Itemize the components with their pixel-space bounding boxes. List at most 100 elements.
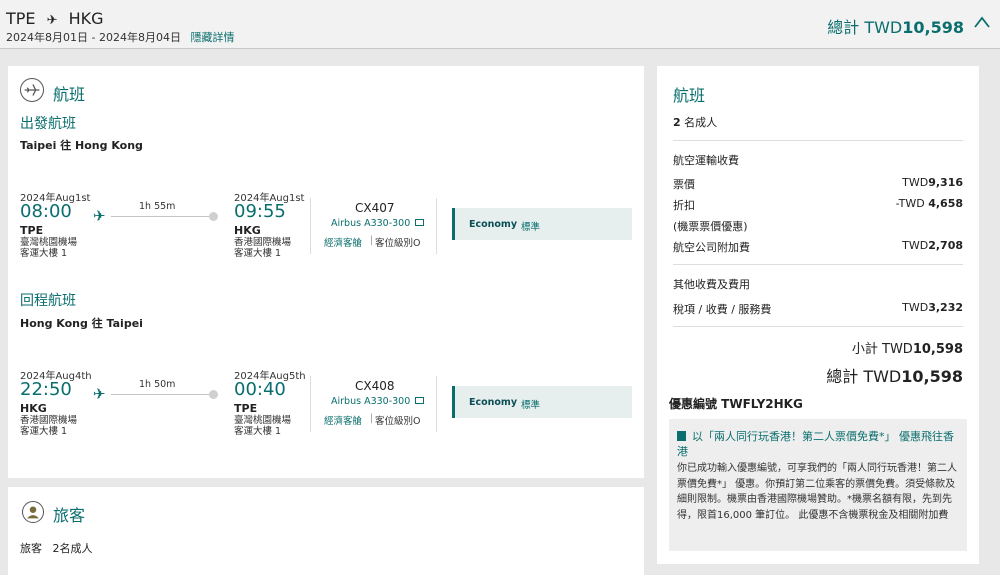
tax-value: 3,232 <box>928 301 963 314</box>
window-icon <box>415 219 425 226</box>
departure-time: 08:00 <box>20 201 72 222</box>
departure-airport: 香港國際機場 客運大樓 1 <box>20 415 77 437</box>
discount-label: 折扣 <box>673 199 695 212</box>
divider <box>673 264 963 265</box>
pax-count-number: 2 <box>673 116 681 129</box>
passengers-summary: 旅客 2名成人 <box>20 542 93 555</box>
surcharge-link[interactable]: 航空公司附加費 <box>673 239 750 255</box>
separator: | <box>370 235 374 246</box>
header-total-label: 總計 TWD <box>827 18 903 37</box>
aircraft-link[interactable]: Airbus A330-300 <box>331 218 425 229</box>
inbound-route: Hong Kong 往 Taipei <box>20 317 143 330</box>
surcharge-amount: TWD2,708 <box>902 239 963 252</box>
arrival-time: 09:55 <box>234 201 286 222</box>
plane-icon: ✈ <box>93 207 106 225</box>
divider <box>673 326 963 327</box>
discount-currency: -TWD <box>895 197 929 210</box>
arrival-dot <box>209 390 218 399</box>
fare-label: 票價 <box>673 178 695 191</box>
date-range: 2024年8月01日 - 2024年8月04日 <box>6 31 181 44</box>
outbound-route: Taipei 往 Hong Kong <box>20 139 143 152</box>
arrival-terminal: 客運大樓 1 <box>234 426 282 437</box>
route-line <box>111 216 215 217</box>
fare-value: 9,316 <box>928 176 963 189</box>
tax-amount: TWD3,232 <box>902 301 963 314</box>
fare-brand: Economy <box>469 219 518 230</box>
passengers-title: 旅客 <box>53 506 86 525</box>
divider <box>436 198 437 254</box>
duration: 1h 50m <box>139 379 176 390</box>
price-title: 航班 <box>673 86 706 105</box>
route-summary: TPE ✈ HKG <box>6 9 104 28</box>
discount-amount: -TWD 4,658 <box>896 197 963 210</box>
divider <box>436 376 437 432</box>
arrival-dot <box>209 212 218 221</box>
hide-details-link[interactable]: 隱藏詳情 <box>190 31 234 44</box>
departure-airport: 臺灣桃園機場 客運大樓 1 <box>20 237 77 259</box>
route-line <box>111 394 215 395</box>
plane-icon: ✈ <box>46 13 58 28</box>
separator: | <box>370 413 374 424</box>
departure-airport-name: 香港國際機場 <box>20 415 78 426</box>
header-total: 總計 TWD10,598 <box>827 14 964 38</box>
cabin-class: 經濟客艙 <box>324 416 363 427</box>
fare-class: 客位級別O <box>375 238 421 249</box>
fare-amount: TWD9,316 <box>902 176 963 189</box>
aircraft-type[interactable]: Airbus A330-300 <box>331 218 410 229</box>
divider <box>673 140 963 141</box>
destination-code: HKG <box>68 9 104 28</box>
promo-description: 你已成功輸入優惠編號，可享我們的「兩人同行玩香港！第二人票價免費*」 優惠。你預… <box>677 463 957 521</box>
departure-terminal: 客運大樓 1 <box>20 426 68 437</box>
departure-airport-name: 臺灣桃園機場 <box>20 237 78 248</box>
arrival-airport: 香港國際機場 客運大樓 1 <box>234 237 291 259</box>
arrival-code: HKG <box>234 224 261 237</box>
departure-code: HKG <box>20 402 47 415</box>
departure-terminal: 客運大樓 1 <box>20 248 68 259</box>
surcharge-currency: TWD <box>902 239 929 252</box>
outbound-segment: 2024年Aug1st 08:00 TPE 臺灣桃園機場 客運大樓 1 1h 5… <box>8 184 644 269</box>
flight-number: CX407 <box>355 201 395 215</box>
arrival-airport-name: 香港國際機場 <box>234 237 292 248</box>
discount-value: 4,658 <box>928 197 963 210</box>
arrival-airport-name: 臺灣桃園機場 <box>234 415 292 426</box>
promo-code: 優惠編號 TWFLY2HKG <box>669 397 803 411</box>
divider <box>310 376 311 432</box>
cabin-class: 經濟客艙 <box>324 238 363 249</box>
inbound-segment: 2024年Aug4th 22:50 HKG 香港國際機場 客運大樓 1 1h 5… <box>8 362 644 447</box>
other-charges-heading: 其他收費及費用 <box>673 278 750 291</box>
departure-code: TPE <box>20 224 44 237</box>
fare-brand-box: Economy 標準 <box>452 386 632 418</box>
discount-note: (機票票價優惠) <box>673 220 748 233</box>
aircraft-link[interactable]: Airbus A330-300 <box>331 396 425 407</box>
divider <box>310 198 311 254</box>
price-summary-card: 航班 2 名成人 航空運輸收費 票價 TWD9,316 折扣 -TWD 4,65… <box>657 66 979 564</box>
flights-title: 航班 <box>53 85 86 104</box>
tax-link[interactable]: 稅項 / 收費 / 服務費 <box>673 301 771 317</box>
arrival-airport: 臺灣桃園機場 客運大樓 1 <box>234 415 291 437</box>
flight-number: CX408 <box>355 379 395 393</box>
header-total-value: 10,598 <box>902 18 964 37</box>
origin-code: TPE <box>6 9 36 28</box>
pax-count: 2 名成人 <box>673 114 717 130</box>
summary-header: TPE ✈ HKG 2024年8月01日 - 2024年8月04日 隱藏詳情 總… <box>0 0 1000 49</box>
arrival-terminal: 客運大樓 1 <box>234 248 282 259</box>
promo-heading-text: 以「兩人同行玩香港！第二人票價免費*」 優惠飛往香港 <box>677 430 954 458</box>
fare-type: 標準 <box>521 222 541 233</box>
fare-type: 標準 <box>521 400 541 411</box>
promo-heading: 以「兩人同行玩香港！第二人票價免費*」 優惠飛往香港 <box>677 429 961 459</box>
subtotal: 小計 TWD10,598 <box>852 338 963 357</box>
departure-time: 22:50 <box>20 379 72 400</box>
travel-dates: 2024年8月01日 - 2024年8月04日 隱藏詳情 <box>6 29 234 45</box>
fare-currency: TWD <box>902 176 929 189</box>
passengers-card: 旅客 旅客 2名成人 <box>8 487 644 575</box>
arrival-time: 00:40 <box>234 379 286 400</box>
inbound-title: 回程航班 <box>20 293 76 309</box>
arrival-code: TPE <box>234 402 258 415</box>
duration: 1h 55m <box>139 201 176 212</box>
grand-total-value: 10,598 <box>901 367 963 386</box>
air-charges-heading: 航空運輸收費 <box>673 154 739 167</box>
promo-details: 以「兩人同行玩香港！第二人票價免費*」 優惠飛往香港 你已成功輸入優惠編號，可享… <box>669 419 967 551</box>
chevron-up-icon[interactable] <box>974 15 990 29</box>
aircraft-type[interactable]: Airbus A330-300 <box>331 396 410 407</box>
outbound-title: 出發航班 <box>20 116 76 132</box>
